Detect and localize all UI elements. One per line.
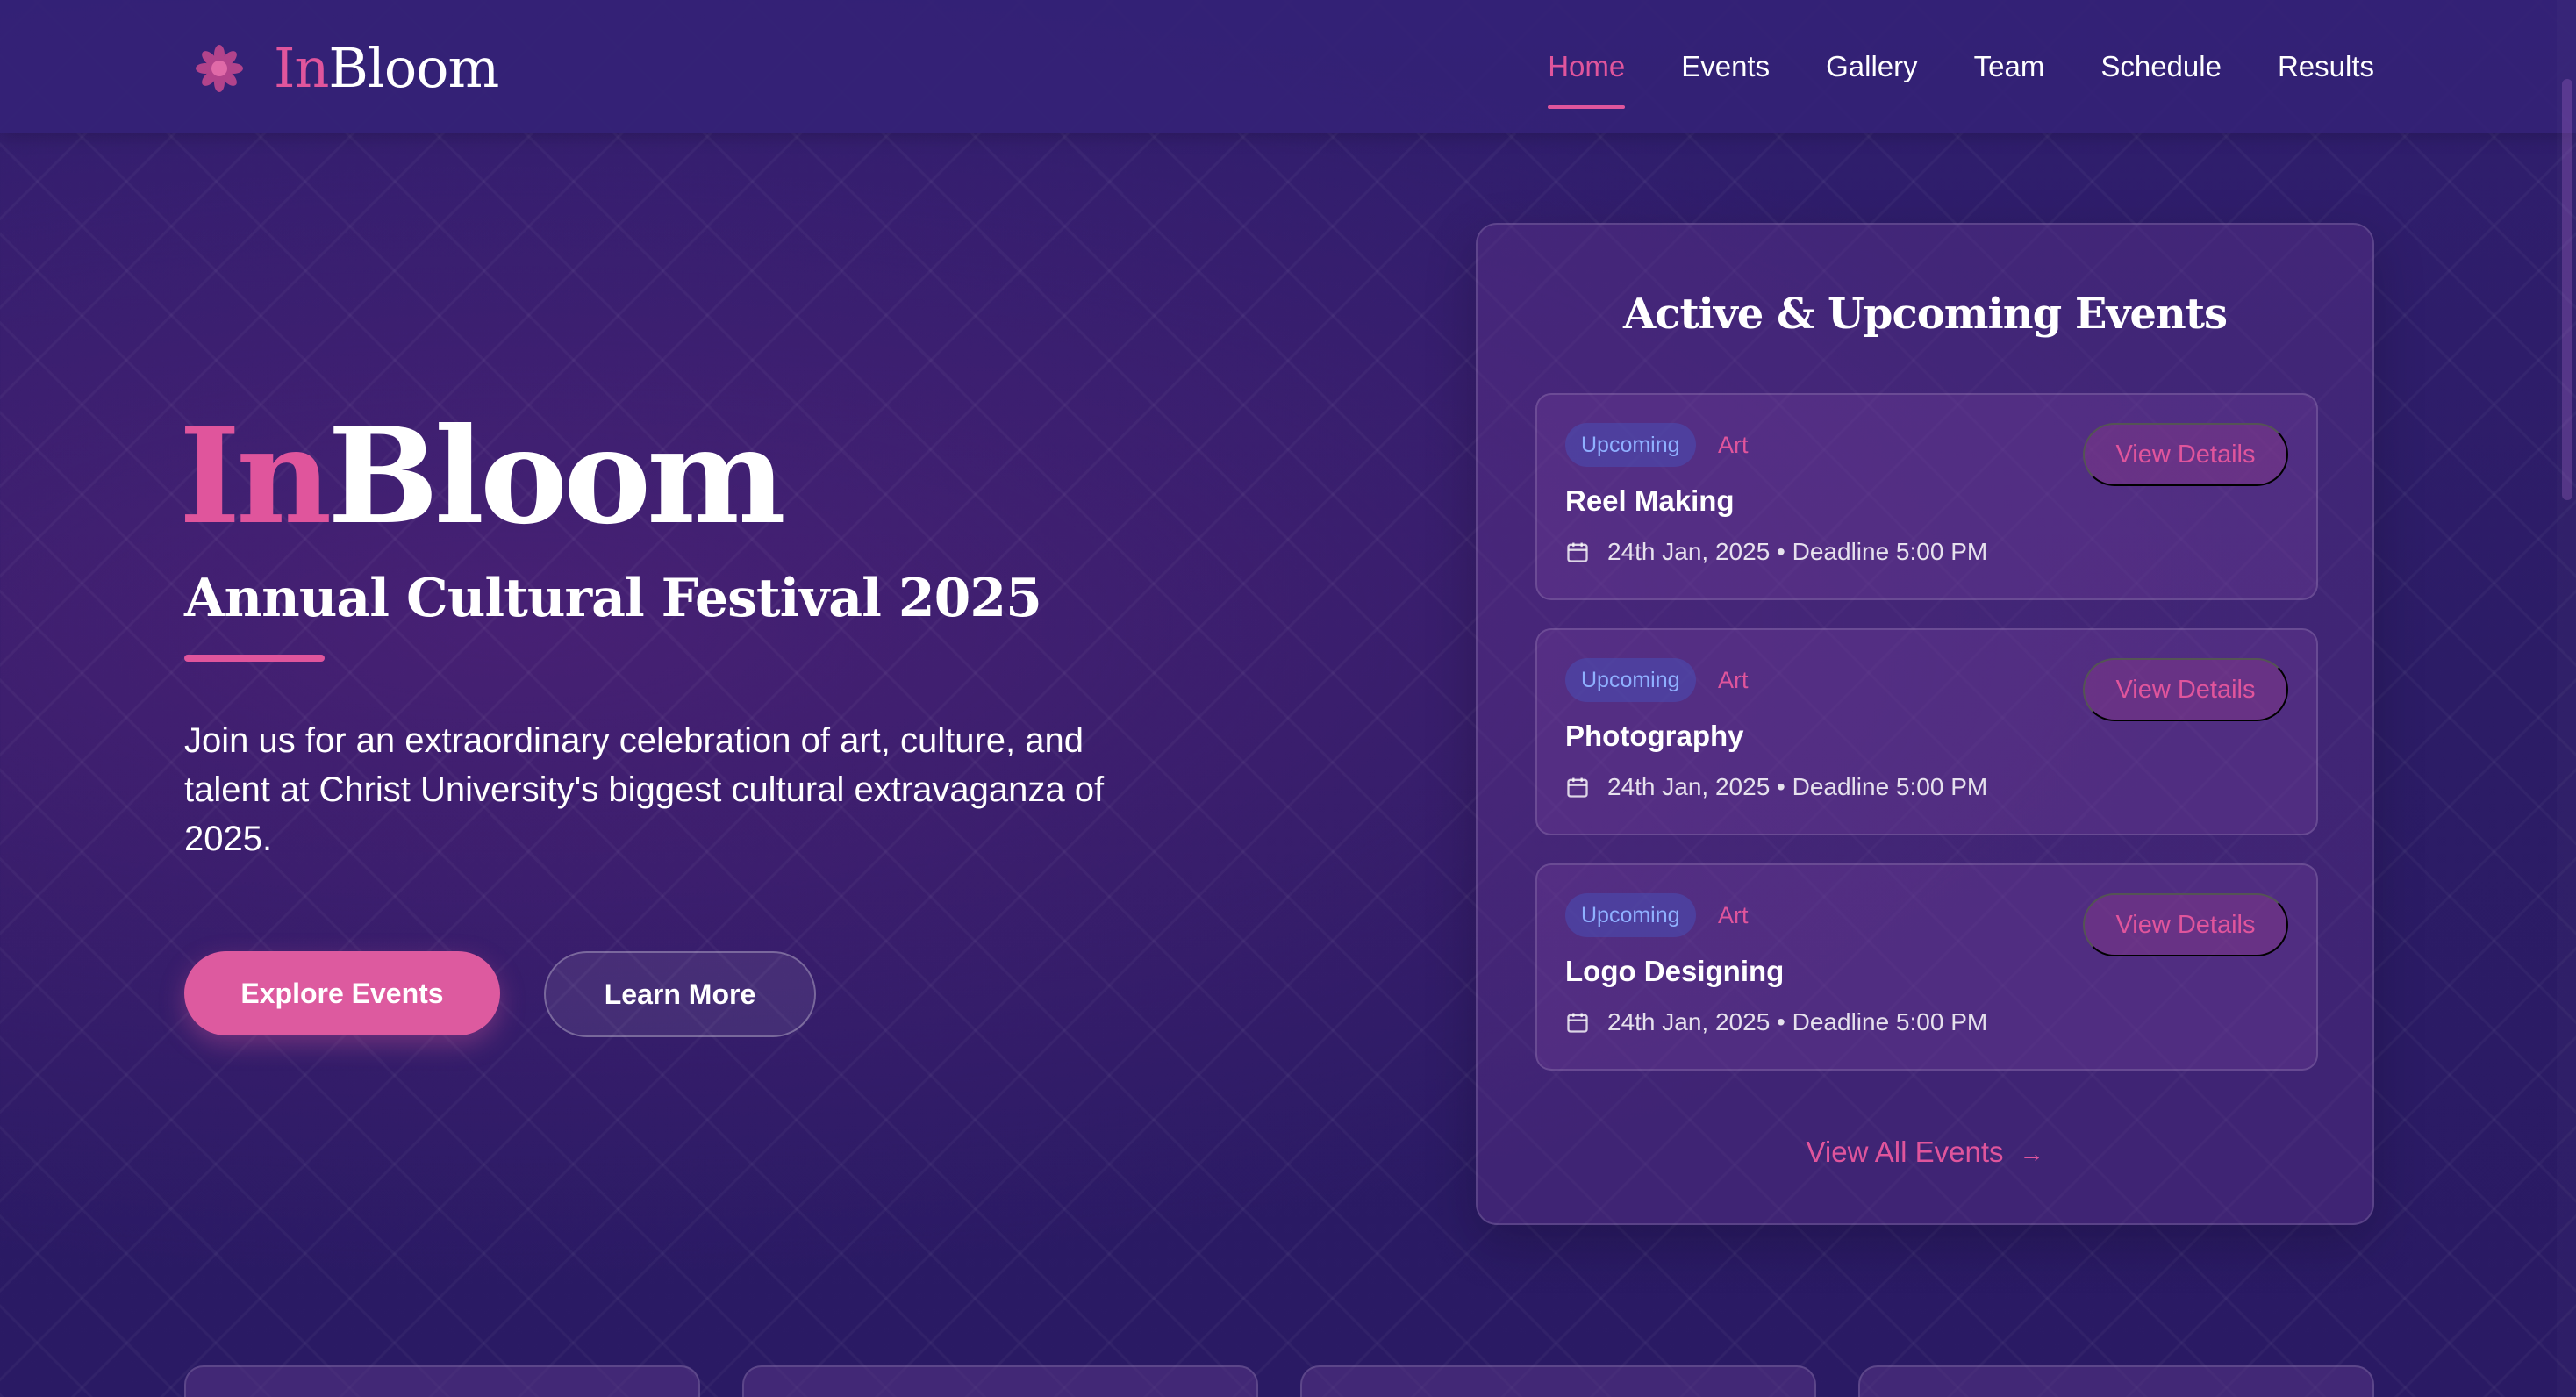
- flower-icon: [182, 32, 256, 105]
- nav-schedule[interactable]: Schedule: [2100, 44, 2222, 90]
- brand-name: InBloom: [274, 36, 499, 100]
- feature-card: [742, 1365, 1258, 1397]
- view-all-events-label: View All Events: [1806, 1136, 2004, 1168]
- nav-gallery[interactable]: Gallery: [1826, 44, 1918, 90]
- feature-card: [184, 1365, 700, 1397]
- arrow-right-icon: →: [2019, 1140, 2044, 1167]
- event-card: Upcoming Art Reel Making 24th Jan, 2025 …: [1535, 393, 2318, 600]
- calendar-icon: [1567, 1013, 1588, 1033]
- events-panel: Active & Upcoming Events Upcoming Art Re…: [1476, 223, 2374, 1225]
- event-date-text: 24th Jan, 2025 • Deadline 5:00 PM: [1607, 538, 1988, 565]
- event-card: Upcoming Art Photography 24th Jan, 2025 …: [1535, 628, 2318, 835]
- feature-card: [1858, 1365, 2374, 1397]
- calendar-icon: [1567, 777, 1588, 798]
- event-date-text: 24th Jan, 2025 • Deadline 5:00 PM: [1607, 773, 1988, 800]
- event-date: 24th Jan, 2025 • Deadline 5:00 PM: [1565, 1000, 1987, 1044]
- event-name: Logo Designing: [1565, 955, 1785, 987]
- learn-more-button[interactable]: Learn More: [544, 951, 816, 1037]
- event-name: Reel Making: [1565, 484, 1735, 517]
- view-all-events-link[interactable]: View All Events →: [1478, 1121, 2372, 1185]
- events-panel-title: Active & Upcoming Events: [1622, 290, 2228, 339]
- nav-home[interactable]: Home: [1548, 44, 1626, 109]
- event-date-text: 24th Jan, 2025 • Deadline 5:00 PM: [1607, 1008, 1988, 1035]
- status-badge: Upcoming: [1565, 893, 1696, 937]
- status-badge: Upcoming: [1565, 423, 1696, 467]
- status-badge: Upcoming: [1565, 658, 1696, 702]
- event-category: Art: [1718, 432, 1749, 458]
- brand-logo[interactable]: InBloom: [182, 32, 499, 105]
- hero-description: Join us for an extraordinary celebration…: [184, 721, 1105, 858]
- hero-divider: [184, 655, 325, 662]
- nav-team[interactable]: Team: [1974, 44, 2045, 90]
- main-nav: Home Events Gallery Team Schedule Result…: [1492, 44, 2374, 109]
- brand-name-rest: Bloom: [328, 36, 499, 100]
- nav-results[interactable]: Results: [2278, 44, 2374, 90]
- event-date: 24th Jan, 2025 • Deadline 5:00 PM: [1565, 765, 1987, 809]
- nav-events[interactable]: Events: [1681, 44, 1770, 90]
- event-category: Art: [1718, 667, 1749, 693]
- scrollbar-thumb[interactable]: [2562, 79, 2572, 500]
- hero-subtitle: Annual Cultural Festival 2025: [184, 568, 1042, 629]
- brand-name-accent: In: [274, 36, 329, 100]
- event-card: Upcoming Art Logo Designing 24th Jan, 20…: [1535, 863, 2318, 1071]
- hero-title: InBloom: [179, 393, 786, 560]
- view-details-button[interactable]: View Details: [2083, 658, 2288, 721]
- feature-card: [1300, 1365, 1816, 1397]
- page-scrollbar[interactable]: [2557, 0, 2576, 1397]
- hero-title-accent: In: [179, 399, 332, 554]
- event-date: 24th Jan, 2025 • Deadline 5:00 PM: [1565, 530, 1987, 574]
- calendar-icon: [1567, 542, 1588, 562]
- hero-title-rest: Bloom: [327, 399, 786, 554]
- navbar: InBloom Home Events Gallery Team Schedul…: [0, 0, 2576, 133]
- view-details-button[interactable]: View Details: [2083, 893, 2288, 956]
- event-category: Art: [1718, 902, 1749, 928]
- view-details-button[interactable]: View Details: [2083, 423, 2288, 486]
- explore-events-button[interactable]: Explore Events: [184, 951, 500, 1035]
- event-name: Photography: [1565, 720, 1744, 752]
